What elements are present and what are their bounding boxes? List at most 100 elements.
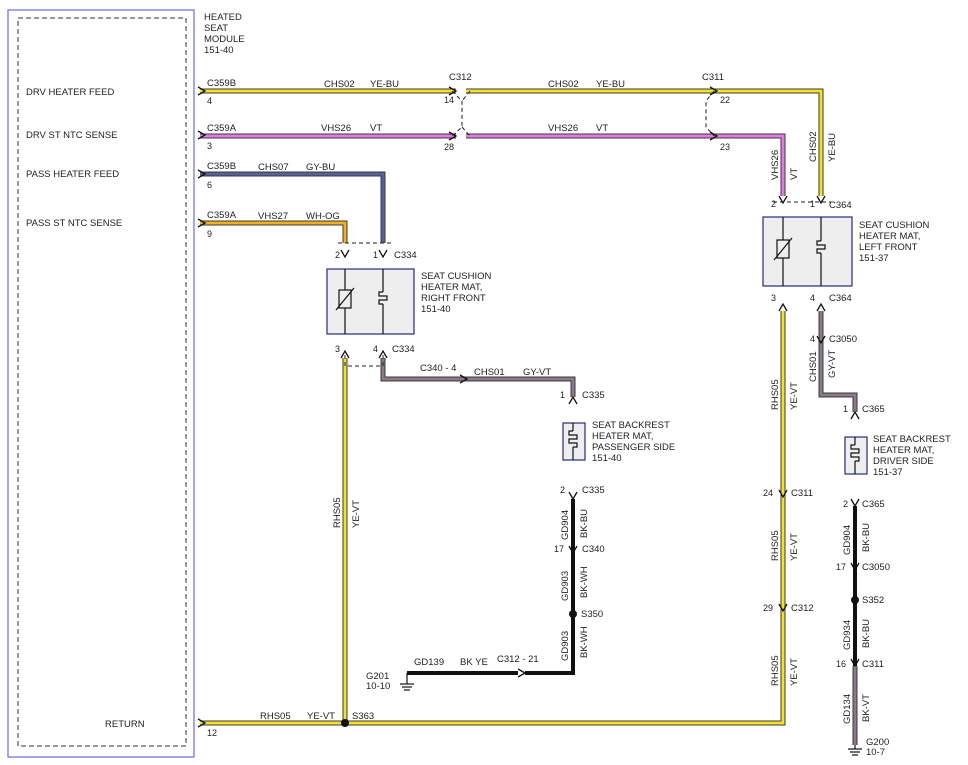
w-bkbu-d2: BK-BU [861, 619, 872, 648]
w-gd134: GD134 [842, 694, 853, 724]
w-whog: WH-OG [306, 211, 340, 222]
lbl-pbr-pin-1: 1 [560, 390, 565, 400]
lbl-c334-bot: C334 [392, 344, 415, 355]
lbl-c359a-2: C359A [207, 210, 237, 221]
lbl-lf-pin-4: 4 [810, 293, 815, 303]
w-chs07: CHS07 [258, 162, 289, 173]
lbl-c334-top: C334 [394, 250, 417, 261]
w-gyvt-h: GY-VT [523, 367, 551, 378]
w-yebu-b: YE-BU [596, 79, 625, 90]
wires [200, 88, 858, 745]
w-chs02-v: CHS02 [808, 131, 819, 162]
w-bkwh-p1: BK-WH [579, 566, 590, 598]
arrow-c335-1 [568, 395, 578, 405]
rf-label-1: SEAT CUSHION [421, 271, 492, 282]
ground-g201-icon [400, 673, 414, 691]
lbl-dbr-pin-1: 1 [843, 404, 848, 414]
component-lf-heater-mat: SEAT CUSHION HEATER MAT, LEFT FRONT 151-… [762, 216, 930, 287]
pbr-label-1: SEAT BACKREST [592, 420, 670, 431]
rf-label-3: RIGHT FRONT [421, 293, 486, 304]
arrow-c365-1 [850, 410, 860, 420]
rf-label-2: HEATER MAT, [421, 282, 482, 293]
lbl-c359b-2: C359B [207, 161, 236, 172]
wire-chs07 [200, 172, 385, 243]
lbl-pin-16: 16 [836, 659, 846, 669]
wire-chs02-3-outline [716, 88, 824, 196]
lbl-rf-pin-2: 2 [335, 250, 340, 260]
w-vt-v: VT [789, 168, 800, 180]
signal-drv-heater-feed: DRV HEATER FEED [26, 87, 114, 98]
w-gd139: GD139 [414, 657, 444, 668]
w-chs01-v: CHS01 [808, 351, 819, 382]
arrow-rf-2 [340, 249, 350, 259]
splice-s352 [851, 596, 859, 604]
w-rhs05-r1: RHS05 [770, 379, 781, 410]
lbl-c311-mid: C311 [791, 488, 813, 499]
w-vhs26-v: VHS26 [770, 150, 781, 180]
pbr-box [562, 422, 586, 461]
w-gybu: GY-BU [306, 162, 335, 173]
lbl-c335-bot: C335 [582, 485, 605, 496]
w-bkwh-p2: BK-WH [579, 626, 590, 658]
c311-dash [705, 90, 715, 137]
lbl-c335-top: C335 [582, 390, 605, 401]
lbl-c312-mid: C312 [791, 603, 814, 614]
lbl-lf-pin-2: 2 [771, 199, 776, 209]
w-rhs05-left: RHS05 [332, 497, 343, 528]
lbl-pin-12: 12 [207, 728, 217, 738]
lbl-s350: S350 [581, 609, 603, 620]
splice-s363 [341, 719, 349, 727]
lbl-pin-17a: 17 [554, 544, 564, 554]
dbr-label-2: HEATER MAT, [873, 445, 934, 456]
dbr-label-4: 151-37 [873, 467, 903, 478]
w-vhs26-a: VHS26 [321, 123, 351, 134]
w-bkbu-d: BK-BU [861, 523, 872, 552]
rf-box [326, 268, 415, 335]
wire-chs07-outline [200, 171, 386, 243]
lbl-c312-top: C312 [449, 72, 472, 83]
lbl-s352: S352 [862, 595, 884, 606]
dbr-box [844, 436, 868, 475]
w-bkye: BK YE [460, 657, 488, 668]
signal-return: RETURN [105, 719, 145, 730]
w-yevt-r1: YE-VT [789, 382, 800, 410]
w-gd904-p: GD904 [560, 510, 571, 540]
w-yevt-r3: YE-VT [789, 658, 800, 686]
lbl-pin-24: 24 [763, 488, 773, 498]
wire-chs02-3 [716, 89, 823, 196]
lbl-c364-bot: C364 [829, 293, 852, 304]
dbr-label-1: SEAT BACKREST [873, 434, 951, 445]
arrow-c312-21 [517, 668, 527, 678]
lbl-rf-pin-4: 4 [373, 344, 378, 354]
w-yebu-v: YE-BU [827, 133, 838, 162]
module-title-4: 151-40 [204, 45, 234, 56]
module-title-2: SEAT [204, 23, 228, 34]
module-title-1: HEATED [204, 12, 242, 23]
w-gd903-p1: GD903 [560, 571, 571, 601]
rf-label-4: 151-40 [421, 304, 451, 315]
arrow-lf-4 [816, 302, 826, 312]
lbl-g200-loc: 10-7 [866, 747, 885, 758]
w-bkvt: BK-VT [861, 694, 872, 722]
wiring-diagram: HEATED SEAT MODULE 151-40 DRV HEATER FEE… [7, 9, 951, 758]
module-outer-border [7, 9, 195, 758]
w-chs02-a: CHS02 [324, 79, 355, 90]
w-rhs05-r2: RHS05 [770, 530, 781, 561]
lbl-c311-top: C311 [702, 72, 724, 83]
arrow-c335-2 [568, 491, 578, 501]
lbl-pin-9: 9 [207, 229, 212, 239]
pbr-label-2: HEATER MAT, [592, 431, 653, 442]
pbr-label-4: 151-40 [592, 453, 622, 464]
signal-pass-heater-feed: PASS HEATER FEED [26, 169, 119, 180]
lbl-c311-low: C311 [862, 659, 884, 670]
dbr-label-3: DRIVER SIDE [873, 456, 934, 467]
lbl-rf-pin-3: 3 [335, 344, 340, 354]
arrow-rf-1 [378, 249, 388, 259]
lbl-pin-6: 6 [207, 180, 212, 190]
w-yevt-bot: YE-VT [307, 711, 335, 722]
lbl-pin-17b: 17 [836, 562, 846, 572]
w-chs02-b: CHS02 [548, 79, 579, 90]
w-gd904-d: GD904 [842, 525, 853, 555]
lbl-pin-4: 4 [207, 96, 212, 106]
lbl-c359b-1: C359B [207, 78, 236, 89]
